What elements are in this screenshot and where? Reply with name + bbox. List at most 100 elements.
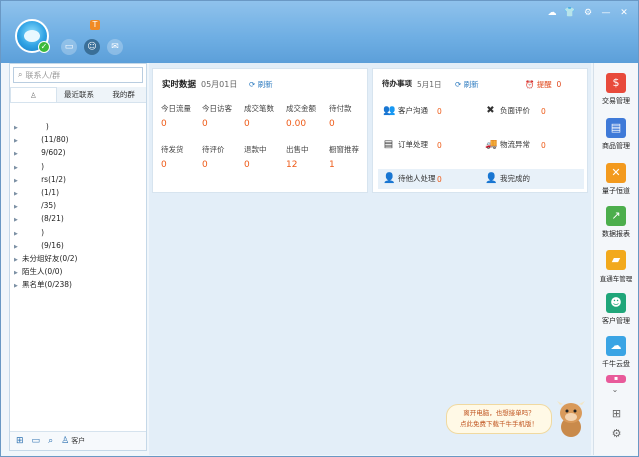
minimize-icon[interactable]: — [600,7,612,19]
alarm-clock-icon: ⏰ [525,80,535,89]
realtime-date: 05月01日 [201,80,238,89]
todo-logistics-exception[interactable]: 🚚 物流异常 [485,139,530,150]
shirt-icon[interactable]: 👕 [564,7,576,19]
search-placeholder: 联系人/群 [25,70,61,80]
person-icon: ♙ [29,91,37,100]
tab-contacts[interactable]: ♙ [10,87,57,102]
skin-icon[interactable]: ☁ [546,7,558,19]
mail-icon[interactable]: ✉ [107,39,123,55]
reminder-button[interactable]: ⏰ 提醒 0 [525,79,561,90]
order-list-icon: ▤ [383,139,394,150]
car-icon: ▰ [606,250,626,270]
contact-group[interactable]: ▶ ) [14,160,144,173]
online-status-icon: ✓ [38,41,50,53]
goods-icon: ▤ [606,118,626,138]
mobile-promo-bubble[interactable]: 离开电脑，也想接单吗？ 点此免费下载千牛手机版！ [446,404,552,434]
sidebar-item-reports[interactable]: ↗ 数据报表 [596,206,636,239]
contact-group[interactable]: ▶ (11/80) [14,133,144,146]
stat-item: 今日流量 0 [161,104,191,129]
contact-card-icon[interactable]: ▭ [61,39,77,55]
todo-order-processing[interactable]: ▤ 订单处理 [383,139,428,150]
sidebar-item-cloud[interactable]: ☁ 千牛云盘 [596,336,636,369]
todo-card: 待办事项 5月1日 ⟳ 刷新 ⏰ 提醒 0 👥 客户沟通 0 ✖ 负面评价 0 ▤ 订… [372,68,588,193]
contact-group[interactable]: ▶ (8/21) [14,212,144,225]
refresh-icon: ⟳ [249,80,256,89]
contact-search-icon[interactable]: ⌕ [48,436,53,446]
person-check-icon: 👤 [485,173,498,184]
stat-item: 退款中 0 [244,145,267,170]
toolbar-badge: T [90,20,100,30]
todo-refresh-button[interactable]: ⟳ 刷新 [455,79,479,90]
contact-search-input[interactable]: ⌕ 联系人/群 [13,67,143,83]
negative-review-icon: ✖ [486,105,495,116]
sidebar-item-goods[interactable]: ▤ 商品管理 [596,118,636,151]
stat-item: 橱窗推荐 1 [329,145,359,170]
sidebar-item-express[interactable]: ▰ 直通车管理 [596,250,636,283]
truck-icon: 🚚 [485,139,498,150]
settings-gear-icon[interactable]: ⚙ [594,427,638,440]
monitor-icon[interactable]: ▭ [32,436,41,446]
cow-mascot-icon[interactable] [556,399,586,439]
tab-my-groups[interactable]: 我的群 [101,87,146,102]
todo-count: 0 [437,141,442,150]
todo-negative-review[interactable]: ✖ 负面评价 [485,105,530,116]
contact-group[interactable]: ▶ /35) [14,199,144,212]
user-avatar[interactable]: ✓ [15,19,50,53]
contact-group[interactable]: ▶ 陌生人(0/0) [14,265,144,278]
shop-icon: ▪ [606,375,626,383]
contact-group[interactable]: ▶ 未分组好友(0/2) [14,252,144,265]
contact-group[interactable]: ▶ (1/1) [14,186,144,199]
avatar-face-icon [24,30,40,42]
stat-item: 待付款 0 [329,104,352,129]
apps-grid-icon[interactable]: ⊞ [594,407,638,420]
chat-icon[interactable]: ☺ [84,39,100,55]
sidebar-item-customers[interactable]: ☻ 客户管理 [596,293,636,326]
customer-icon: ☻ [606,293,626,313]
realtime-title: 实时数据 [162,80,197,90]
todo-count: 0 [541,107,546,116]
contact-group[interactable]: ▶ 9/602) [14,146,144,159]
contact-group[interactable]: ▶ ) [14,226,144,239]
contact-group-list: ▶ ) ▶ (11/80) ▶ 9/602) ▶ ) ▶ rs(1/2) ▶ (… [14,120,144,291]
settings-icon[interactable]: ⚙ [582,7,594,19]
realtime-data-card: 实时数据 05月01日 ⟳ 刷新 今日流量 0 今日访客 0 成交笔数 0 成交金额 0… [152,68,368,193]
todo-count: 0 [437,175,442,184]
main-content: 实时数据 05月01日 ⟳ 刷新 今日流量 0 今日访客 0 成交笔数 0 成交金额 0… [149,63,591,455]
contacts-footer: ⊞ ▭ ⌕ ♙ 客户 [10,431,146,450]
add-customer-icon[interactable]: ♙ [61,436,69,446]
grid-icon[interactable]: ⊞ [16,436,24,446]
stat-item: 待评价 0 [202,145,225,170]
cloud-icon: ☁ [606,336,626,356]
contact-group[interactable]: ▶ rs(1/2) [14,173,144,186]
stat-item: 成交笔数 0 [244,104,274,129]
sidebar-scroll-down-icon[interactable]: ⌄ [606,385,624,395]
contact-group[interactable]: ▶ (9/16) [14,239,144,252]
search-icon: ⌕ [18,70,23,79]
todo-count: 0 [437,107,442,116]
contact-group[interactable]: ▶ 黑名单(0/238) [14,278,144,291]
close-icon[interactable]: ✕ [618,7,630,19]
customer-label[interactable]: 客户 [71,436,85,446]
todo-my-completed[interactable]: 👤 我完成的 [485,173,530,184]
title-bar: ✓ T ▭ ☺ ✉ ☁ 👕 ⚙ — ✕ [1,1,638,63]
sidebar-item-more[interactable]: ▪ [596,375,636,383]
sidebar-item-quantum[interactable]: ✕ 量子恒道 [596,163,636,196]
contacts-panel: ⌕ 联系人/群 ♙ 最近联系 我的群 ▶ ) ▶ (11/80) ▶ 9/602… [9,63,147,451]
refresh-icon: ⟳ [455,80,462,89]
todo-customer-chat[interactable]: 👥 客户沟通 [383,105,428,116]
realtime-refresh-button[interactable]: ⟳ 刷新 [249,79,273,90]
window-controls: ☁ 👕 ⚙ — ✕ [546,7,630,19]
todo-pending-others[interactable]: 👤 待他人处理 [383,173,436,184]
promo-line-1: 离开电脑，也想接单吗？ [463,409,535,417]
sidebar-item-trade[interactable]: $ 交易管理 [596,73,636,106]
plugin-sidebar: $ 交易管理 ▤ 商品管理 ✕ 量子恒道 ↗ 数据报表 ▰ 直通车管理 ☻ 客户管理 ☁ 千牛… [593,63,638,455]
stat-item: 成交金额 0.00 [286,104,316,129]
stat-item: 出售中 12 [286,145,309,170]
contact-group[interactable]: ▶ ) [14,120,144,133]
todo-date: 5月1日 [417,80,442,89]
contact-tabs: ♙ 最近联系 我的群 [10,87,146,103]
promo-line-2: 点此免费下载千牛手机版！ [460,420,538,428]
people-icon: 👥 [383,105,396,116]
app-window: ✓ T ▭ ☺ ✉ ☁ 👕 ⚙ — ✕ ⌕ 联系人/群 ♙ 最近联系 我的群 ▶… [0,0,639,457]
tab-recent[interactable]: 最近联系 [57,87,102,102]
